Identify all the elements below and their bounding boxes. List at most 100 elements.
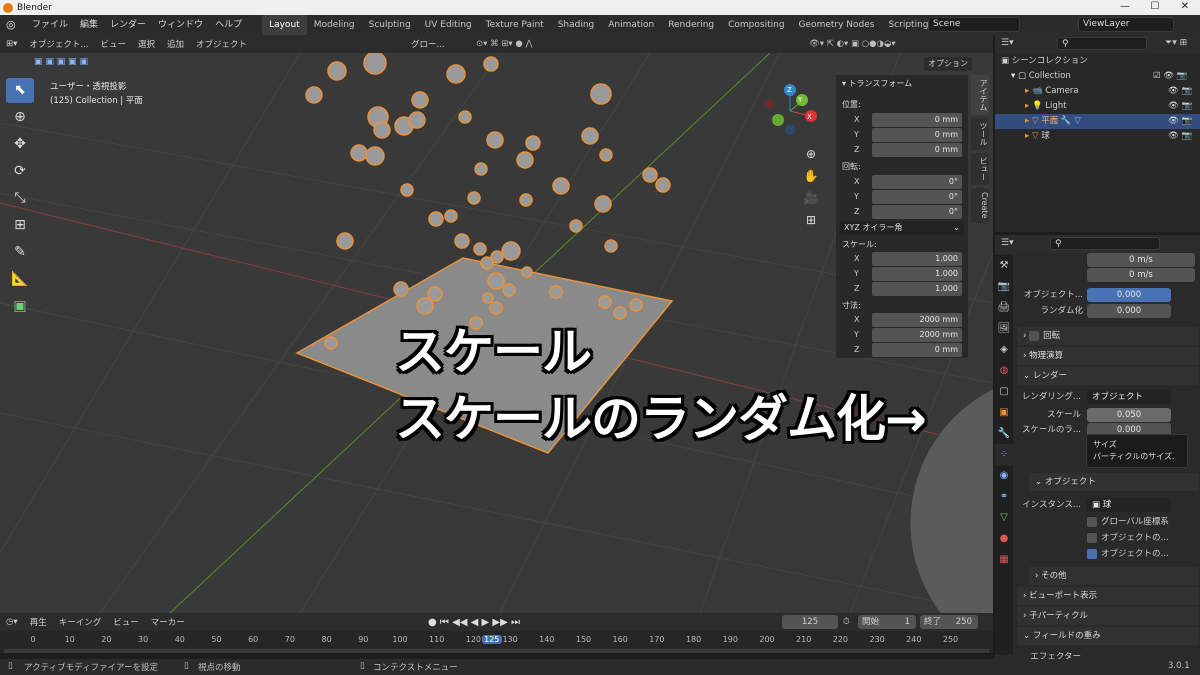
scene-selector[interactable]: Scene bbox=[928, 17, 1020, 32]
menu-object[interactable]: オブジェクト bbox=[190, 38, 253, 50]
physics-section[interactable]: › 物理演算 bbox=[1017, 347, 1199, 365]
object-velocity-field[interactable]: 0.000 bbox=[1087, 288, 1171, 302]
timeline-menu-view[interactable]: ビュー bbox=[107, 616, 145, 628]
scale-y-field[interactable]: 1.000 bbox=[872, 267, 962, 281]
dimensions-x-row[interactable]: X 2000 mm bbox=[840, 313, 964, 327]
viewport-shading-icons[interactable]: 👁▾ ⇱ ◐▾ ▣ ○●◑◒▾ bbox=[803, 39, 902, 49]
navigation-gizmo[interactable] bbox=[762, 81, 822, 141]
menu-view[interactable]: ビュー bbox=[95, 38, 133, 50]
instance-object-field[interactable]: ▣ 球 bbox=[1087, 498, 1171, 512]
timeline-scrollbar[interactable] bbox=[4, 649, 989, 653]
rotation-x-row[interactable]: X 0° bbox=[840, 175, 964, 189]
outliner-row-sphere[interactable]: ▸ ▽ 球 👁 📷 bbox=[995, 129, 1200, 144]
data-tab-icon[interactable]: ▽ bbox=[995, 507, 1013, 528]
playhead[interactable]: 125 bbox=[481, 635, 502, 644]
move-tool-icon[interactable]: ✥ bbox=[6, 132, 34, 157]
scene-tab-icon[interactable]: ◈ bbox=[995, 339, 1013, 360]
location-x-row[interactable]: X 0 mm bbox=[840, 113, 964, 127]
timeline-menu-keying[interactable]: キーイング bbox=[53, 616, 108, 628]
render-section[interactable]: ⌄ レンダー bbox=[1017, 367, 1199, 385]
dimensions-y-row[interactable]: Y 2000 mm bbox=[840, 328, 964, 342]
particle-scale-field[interactable]: 0.050 bbox=[1087, 408, 1171, 422]
scene-collection-row[interactable]: ▣ シーンコレクション bbox=[995, 54, 1200, 69]
ortho-grid-icon[interactable]: ⊞ bbox=[802, 209, 820, 231]
minimize-button[interactable]: — bbox=[1110, 0, 1140, 15]
menu-add[interactable]: 追加 bbox=[161, 38, 190, 50]
rotation-x-field[interactable]: 0° bbox=[872, 175, 962, 189]
visibility-icons[interactable]: 👁 📷 bbox=[1168, 99, 1192, 114]
modifier-tab-icon[interactable]: 🔧 bbox=[995, 423, 1013, 444]
close-button[interactable]: ✕ bbox=[1170, 0, 1200, 15]
location-z-row[interactable]: Z 0 mm bbox=[840, 143, 964, 157]
transform-panel-title[interactable]: ▾ トランスフォーム bbox=[842, 78, 912, 90]
outliner-row-collection[interactable]: ▾ ▢ Collection ☑ 👁 📷 bbox=[995, 69, 1200, 84]
visibility-icons[interactable]: 👁 📷 bbox=[1168, 114, 1192, 129]
blender-menu-icon[interactable]: ◎ bbox=[6, 19, 20, 31]
tab-modeling[interactable]: Modeling bbox=[307, 15, 362, 35]
collection-tab-icon[interactable]: ▢ bbox=[995, 381, 1013, 402]
scale-tool-icon[interactable]: ⤡ bbox=[6, 186, 34, 211]
tab-view[interactable]: ビュー bbox=[971, 153, 989, 185]
annotate-tool-icon[interactable]: ✎ bbox=[6, 240, 34, 265]
rotation-y-field[interactable]: 0° bbox=[872, 190, 962, 204]
select-tool-icon[interactable]: ⬉ bbox=[6, 78, 34, 103]
object-rotation-checkbox[interactable]: オブジェクトの... bbox=[1087, 531, 1169, 545]
menu-select[interactable]: 選択 bbox=[132, 38, 161, 50]
tab-tool[interactable]: ツール bbox=[971, 118, 989, 150]
end-frame-field[interactable]: 終了 250 bbox=[920, 615, 978, 629]
zoom-icon[interactable]: ⊕ bbox=[802, 143, 820, 165]
random-field[interactable]: 0.000 bbox=[1087, 304, 1171, 318]
add-cube-tool-icon[interactable]: ▣ bbox=[6, 294, 34, 319]
transform-tool-icon[interactable]: ⊞ bbox=[6, 213, 34, 238]
select-mode-icons[interactable]: ▣ ▣ ▣ ▣ ▣ bbox=[34, 57, 104, 70]
outliner-search-input[interactable]: ⚲ bbox=[1057, 37, 1147, 50]
pan-hand-icon[interactable]: ✋ bbox=[802, 165, 820, 187]
playback-controls[interactable]: ● ⏮ ◀◀ ◀ ▶ ▶▶ ⏭ bbox=[428, 617, 520, 628]
menu-window[interactable]: ウィンドウ bbox=[152, 15, 209, 35]
start-frame-field[interactable]: 開始 1 bbox=[858, 615, 916, 629]
dimensions-x-field[interactable]: 2000 mm bbox=[872, 313, 962, 327]
velocity-y-field[interactable]: 0 m/s bbox=[1087, 253, 1195, 267]
physics-tab-icon[interactable]: ◉ bbox=[995, 465, 1013, 486]
location-z-field[interactable]: 0 mm bbox=[872, 143, 962, 157]
viewlayer-selector[interactable]: ViewLayer bbox=[1078, 17, 1174, 32]
tab-uv-editing[interactable]: UV Editing bbox=[418, 15, 479, 35]
particles-tab-icon[interactable]: ⁘ bbox=[995, 444, 1013, 465]
outliner-editor-icon[interactable]: ☰▾ bbox=[1001, 38, 1014, 48]
current-frame-field[interactable]: 125 bbox=[782, 615, 838, 629]
rotation-mode-dropdown[interactable]: XYZ オイラー角 ⌄ bbox=[840, 221, 964, 235]
timeline-menu-playback[interactable]: 再生 bbox=[24, 616, 53, 628]
snap-icon[interactable]: ⊙▾ ⌘ ⊞▾ ● ⋀ bbox=[470, 39, 538, 49]
maximize-button[interactable]: ☐ bbox=[1140, 0, 1170, 15]
filter-icon[interactable]: ⏷▾ ⊞ bbox=[1165, 38, 1187, 48]
other-section[interactable]: › その他 bbox=[1029, 567, 1199, 585]
tab-sculpting[interactable]: Sculpting bbox=[362, 15, 418, 35]
location-y-row[interactable]: Y 0 mm bbox=[840, 128, 964, 142]
scale-z-row[interactable]: Z 1.000 bbox=[840, 282, 964, 296]
tab-texture-paint[interactable]: Texture Paint bbox=[479, 15, 551, 35]
rotation-z-row[interactable]: Z 0° bbox=[840, 205, 964, 219]
visibility-icons[interactable]: 👁 📷 bbox=[1168, 129, 1192, 144]
timeline-menu-marker[interactable]: マーカー bbox=[145, 616, 191, 628]
texture-tab-icon[interactable]: ▦ bbox=[995, 549, 1013, 570]
location-y-field[interactable]: 0 mm bbox=[872, 128, 962, 142]
output-tab-icon[interactable]: 🖨 bbox=[995, 297, 1013, 318]
render-as-dropdown[interactable]: オブジェクト bbox=[1087, 390, 1171, 404]
menu-edit[interactable]: 編集 bbox=[74, 15, 104, 35]
object-tab-icon[interactable]: ▣ bbox=[995, 402, 1013, 423]
tab-rendering[interactable]: Rendering bbox=[661, 15, 721, 35]
menu-file[interactable]: ファイル bbox=[26, 15, 74, 35]
dimensions-y-field[interactable]: 2000 mm bbox=[872, 328, 962, 342]
global-coords-checkbox[interactable]: グローバル座標系 bbox=[1087, 515, 1169, 529]
object-subsection[interactable]: ⌄ オブジェクト bbox=[1029, 473, 1199, 491]
scale-z-field[interactable]: 1.000 bbox=[872, 282, 962, 296]
child-particles-section[interactable]: › 子パーティクル bbox=[1017, 607, 1199, 625]
world-tab-icon[interactable]: ◍ bbox=[995, 360, 1013, 381]
tab-animation[interactable]: Animation bbox=[601, 15, 661, 35]
material-tab-icon[interactable]: ● bbox=[995, 528, 1013, 549]
outliner-row-light[interactable]: ▸ 💡 Light 👁 📷 bbox=[995, 99, 1200, 114]
measure-tool-icon[interactable]: 📐 bbox=[6, 267, 34, 292]
view-layer-tab-icon[interactable]: 🖼 bbox=[995, 318, 1013, 339]
location-x-field[interactable]: 0 mm bbox=[872, 113, 962, 127]
editor-type-icon[interactable]: ⊞▾ bbox=[0, 39, 23, 49]
